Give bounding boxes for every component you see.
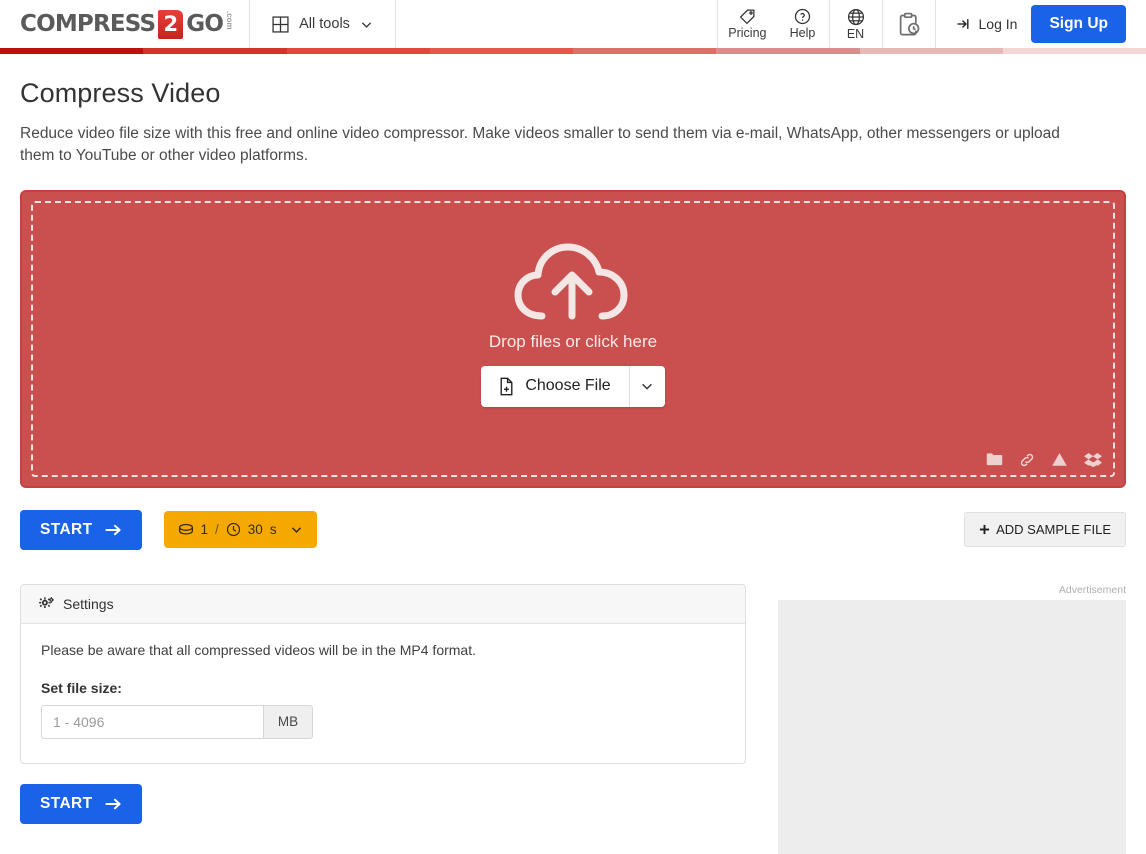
all-tools-menu[interactable]: All tools bbox=[250, 0, 396, 48]
all-tools-label: All tools bbox=[299, 16, 350, 32]
clipboard-clock-icon bbox=[895, 11, 922, 38]
link-icon[interactable] bbox=[1019, 452, 1035, 468]
lower-section: Settings Please be aware that all compre… bbox=[20, 583, 1126, 854]
advertisement-label: Advertisement bbox=[1058, 583, 1126, 596]
chevron-down-icon bbox=[360, 18, 373, 31]
gradient-bar-segment-4 bbox=[573, 48, 717, 54]
gradient-bar-segment-6 bbox=[859, 48, 1003, 54]
site-logo: COMPRESS 2 GO .com bbox=[20, 9, 235, 39]
quota-separator: / bbox=[215, 522, 219, 538]
gradient-bar-segment-0 bbox=[0, 48, 144, 54]
coin-icon bbox=[178, 523, 194, 536]
question-circle-icon bbox=[794, 8, 811, 25]
header-actions: Pricing Help EN bbox=[717, 0, 936, 48]
advertisement-placeholder bbox=[778, 599, 1126, 854]
gradient-bar-segment-2 bbox=[286, 48, 430, 54]
header-spacer bbox=[396, 0, 717, 48]
page-subtitle: Reduce video file size with this free an… bbox=[20, 125, 1060, 165]
quota-badge[interactable]: 1 / 30 s bbox=[163, 511, 317, 549]
primary-action-row: START 1 / 30 s ADD SAMPLE FILE bbox=[20, 509, 1126, 550]
logo-link[interactable]: COMPRESS 2 GO .com bbox=[0, 0, 251, 48]
signup-container: Sign Up bbox=[1031, 0, 1146, 48]
gears-icon bbox=[39, 596, 55, 611]
grid-icon bbox=[272, 15, 289, 33]
logo-word-compress: COMPRESS bbox=[20, 10, 156, 37]
start-button-label: START bbox=[40, 794, 93, 812]
dropzone-label: Drop files or click here bbox=[488, 331, 658, 351]
folder-icon[interactable] bbox=[986, 452, 1003, 467]
file-size-input-group: MB bbox=[41, 704, 313, 739]
settings-panel-title: Settings bbox=[63, 595, 114, 612]
start-button-bottom[interactable]: START bbox=[20, 783, 142, 824]
add-sample-file-label: ADD SAMPLE FILE bbox=[996, 522, 1111, 538]
page-title: Compress Video bbox=[20, 78, 221, 108]
file-plus-icon bbox=[497, 377, 516, 396]
chevron-down-icon bbox=[640, 379, 654, 393]
settings-panel: Settings Please be aware that all compre… bbox=[20, 583, 746, 764]
gradient-bar-segment-5 bbox=[716, 48, 860, 54]
gradient-bar-segment-3 bbox=[429, 48, 573, 54]
chevron-down-icon bbox=[290, 523, 303, 536]
choose-file-group: Choose File bbox=[481, 365, 665, 407]
file-size-input[interactable] bbox=[41, 704, 263, 739]
add-sample-file-button[interactable]: ADD SAMPLE FILE bbox=[964, 512, 1126, 548]
settings-column: Settings Please be aware that all compre… bbox=[20, 583, 746, 824]
login-label: Log In bbox=[978, 16, 1018, 32]
sign-in-icon bbox=[956, 16, 972, 32]
dropzone-source-icons bbox=[986, 452, 1102, 468]
logo-badge-two: 2 bbox=[158, 9, 184, 39]
logo-suffix-dotcom: .com bbox=[225, 11, 235, 30]
gradient-bar-segment-7 bbox=[1002, 48, 1146, 54]
settings-panel-header: Settings bbox=[21, 584, 745, 624]
gradient-bar-segment-1 bbox=[143, 48, 287, 54]
plus-icon bbox=[979, 524, 990, 535]
pricing-link[interactable]: Pricing bbox=[718, 0, 776, 48]
task-history-button[interactable] bbox=[883, 0, 935, 48]
settings-panel-body: Please be aware that all compressed vide… bbox=[21, 624, 745, 763]
choose-file-dropdown-toggle[interactable] bbox=[628, 365, 665, 407]
signup-button[interactable]: Sign Up bbox=[1031, 5, 1126, 43]
advertisement-column: Advertisement bbox=[778, 584, 1126, 854]
help-label: Help bbox=[789, 26, 816, 40]
google-drive-icon[interactable] bbox=[1051, 452, 1068, 467]
start-button-top[interactable]: START bbox=[20, 509, 142, 550]
start-button-label: START bbox=[40, 520, 93, 538]
arrow-right-icon bbox=[104, 797, 122, 811]
quota-files-count: 1 bbox=[200, 522, 209, 538]
clock-icon bbox=[226, 522, 241, 537]
cloud-upload-icon bbox=[514, 240, 632, 326]
choose-file-label: Choose File bbox=[525, 377, 611, 395]
quota-time-unit: s bbox=[269, 522, 277, 538]
file-size-unit-addon: MB bbox=[263, 704, 313, 739]
file-size-label: Set file size: bbox=[41, 679, 122, 696]
quota-time-value: 30 bbox=[247, 522, 263, 538]
tag-icon bbox=[739, 8, 756, 25]
dropzone-content: Drop files or click here Choose File bbox=[22, 240, 1124, 407]
header-gradient-bar bbox=[0, 48, 1146, 54]
main-content: Compress Video Reduce video file size wi… bbox=[0, 78, 1146, 854]
login-link[interactable]: Log In bbox=[936, 0, 1032, 48]
file-dropzone[interactable]: Drop files or click here Choose File bbox=[20, 189, 1126, 488]
logo-word-go: GO bbox=[186, 10, 224, 37]
help-link[interactable]: Help bbox=[777, 0, 829, 48]
site-header: COMPRESS 2 GO .com All tools Pricing Hel… bbox=[0, 0, 1146, 48]
language-selector[interactable]: EN bbox=[830, 0, 882, 48]
pricing-label: Pricing bbox=[728, 26, 767, 40]
choose-file-button[interactable]: Choose File bbox=[481, 366, 628, 407]
language-label: EN bbox=[846, 26, 865, 41]
dropbox-icon[interactable] bbox=[1084, 452, 1102, 468]
arrow-right-icon bbox=[104, 523, 122, 537]
settings-note: Please be aware that all compressed vide… bbox=[41, 641, 476, 658]
globe-icon bbox=[847, 8, 865, 26]
